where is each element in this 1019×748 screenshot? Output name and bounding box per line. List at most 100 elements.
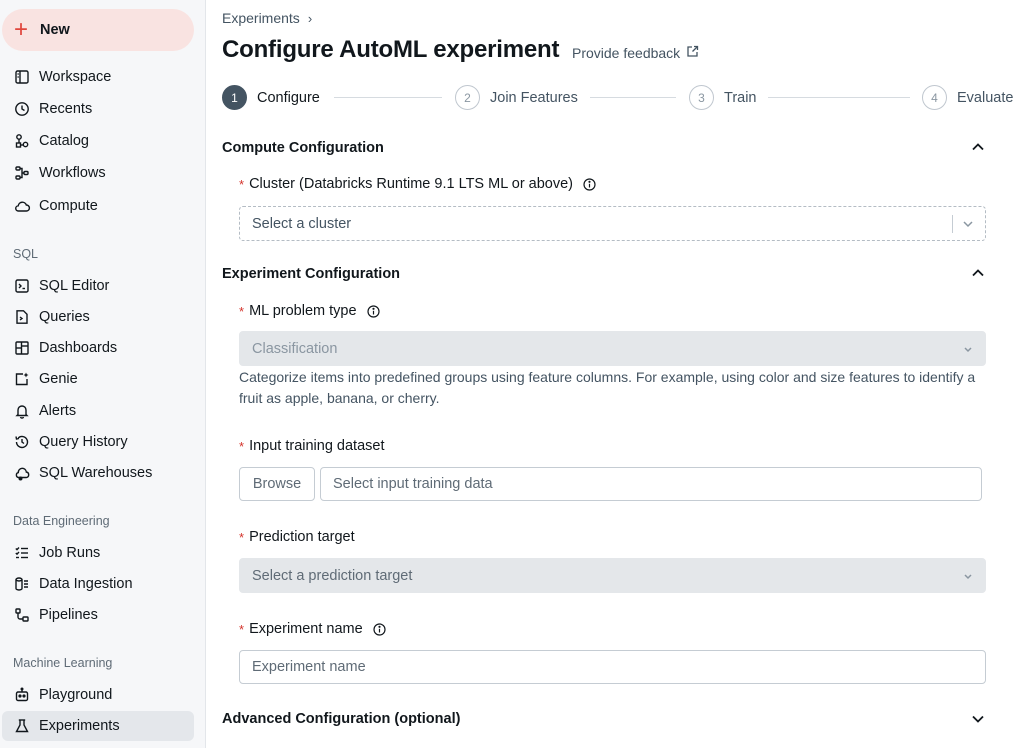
sidebar-item-sql-warehouses[interactable]: SQL Warehouses	[2, 458, 194, 488]
sidebar-item-label: Playground	[39, 687, 113, 703]
bell-icon	[13, 402, 31, 420]
provide-feedback-link[interactable]: Provide feedback	[572, 45, 699, 61]
section-label-data-engineering: Data Engineering	[13, 514, 110, 528]
chevron-down-icon	[961, 217, 975, 235]
chevron-right-icon: ›	[307, 10, 313, 26]
sidebar-item-catalog[interactable]: Catalog	[2, 126, 194, 156]
step-train[interactable]: 3 Train	[689, 85, 757, 110]
step-number: 1	[222, 85, 247, 110]
sidebar-item-workflows[interactable]: Workflows	[2, 158, 194, 188]
plus-icon: +	[14, 16, 29, 43]
experiment-name-label-text: Experiment name	[249, 621, 363, 637]
sidebar-item-query-history[interactable]: Query History	[2, 427, 194, 457]
sidebar-item-label: SQL Warehouses	[39, 465, 153, 481]
sql-editor-icon	[13, 277, 31, 295]
sidebar-item-label: Pipelines	[39, 607, 98, 623]
workflows-icon	[13, 164, 31, 182]
page-title: Configure AutoML experiment	[222, 36, 560, 63]
flask-icon	[13, 717, 31, 735]
sidebar-item-label: Job Runs	[39, 545, 101, 561]
sidebar-item-label: Genie	[39, 371, 78, 387]
chevron-up-icon[interactable]	[970, 265, 986, 281]
step-label: Evaluate	[957, 89, 1014, 106]
new-button[interactable]: + New	[2, 9, 194, 51]
section-label-sql: SQL	[13, 247, 39, 261]
sidebar-item-label: Catalog	[39, 133, 89, 149]
browse-button[interactable]: Browse	[239, 467, 315, 501]
breadcrumb: Experiments ›	[222, 10, 312, 26]
section-label-machine-learning: Machine Learning	[13, 656, 113, 670]
cluster-field-label: * Cluster (Databricks Runtime 9.1 LTS ML…	[239, 176, 596, 192]
external-link-icon	[686, 45, 699, 61]
info-icon[interactable]	[373, 622, 386, 636]
step-label: Configure	[257, 89, 320, 106]
sidebar-item-label: Queries	[39, 309, 90, 325]
step-join-features[interactable]: 2 Join Features	[455, 85, 578, 110]
new-button-label: New	[40, 22, 70, 38]
robot-icon	[13, 686, 31, 704]
sidebar-item-job-runs[interactable]: Job Runs	[2, 538, 194, 568]
sidebar-item-label: Experiments	[39, 718, 120, 734]
sidebar-item-label: Recents	[39, 101, 93, 117]
sidebar: + New Workspace Recents Catalog Workflow…	[0, 0, 206, 748]
target-placeholder: Select a prediction target	[252, 567, 413, 584]
info-icon[interactable]	[366, 304, 380, 318]
step-number: 2	[455, 85, 480, 110]
history-icon	[13, 433, 31, 451]
sidebar-item-label: Alerts	[39, 403, 77, 419]
step-label: Join Features	[490, 89, 578, 106]
sidebar-item-sql-editor[interactable]: SQL Editor	[2, 271, 194, 301]
experiment-name-input[interactable]	[239, 650, 986, 684]
queries-icon	[13, 308, 31, 326]
required-marker: *	[239, 621, 245, 637]
compute-configuration-header: Compute Configuration	[222, 140, 384, 156]
step-connector	[590, 97, 676, 98]
breadcrumb-link-experiments[interactable]: Experiments	[222, 10, 300, 26]
cluster-select-placeholder: Select a cluster	[252, 215, 352, 232]
sidebar-item-label: Data Ingestion	[39, 576, 133, 592]
info-icon[interactable]	[583, 177, 596, 191]
target-label-text: Prediction target	[249, 529, 355, 545]
sidebar-item-recents[interactable]: Recents	[2, 94, 194, 124]
ml-problem-type-select[interactable]: Classification	[239, 331, 986, 366]
sidebar-item-workspace[interactable]: Workspace	[2, 62, 194, 92]
problem-type-description: Categorize items into predefined groups …	[239, 369, 976, 406]
prediction-target-select[interactable]: Select a prediction target	[239, 558, 986, 593]
required-marker: *	[239, 529, 245, 545]
experiment-configuration-header: Experiment Configuration	[222, 266, 401, 282]
step-number: 4	[922, 85, 947, 110]
chevron-down-icon[interactable]	[970, 711, 986, 727]
workspace-icon	[13, 68, 31, 86]
step-evaluate[interactable]: 4 Evaluate	[922, 85, 1013, 110]
sidebar-item-compute[interactable]: Compute	[2, 191, 194, 221]
sidebar-item-label: Compute	[39, 198, 98, 214]
sidebar-item-dashboards[interactable]: Dashboards	[2, 333, 194, 363]
sidebar-item-label: Workflows	[39, 165, 106, 181]
cluster-select[interactable]: Select a cluster	[239, 206, 986, 241]
sidebar-item-label: Query History	[39, 434, 128, 450]
dataset-label-text: Input training dataset	[249, 438, 385, 454]
sidebar-item-data-ingestion[interactable]: Data Ingestion	[2, 569, 194, 599]
sidebar-item-experiments[interactable]: Experiments	[2, 711, 194, 741]
input-training-dataset-label: * Input training dataset	[239, 438, 385, 454]
sidebar-item-genie[interactable]: Genie	[2, 364, 194, 394]
catalog-icon	[13, 132, 31, 150]
problem-type-value: Classification	[252, 340, 338, 357]
chevron-down-icon	[961, 342, 975, 360]
sidebar-item-playground[interactable]: Playground	[2, 680, 194, 710]
advanced-configuration-header[interactable]: Advanced Configuration (optional)	[222, 711, 460, 727]
chevron-down-icon	[961, 569, 975, 587]
step-connector	[768, 97, 910, 98]
sidebar-item-alerts[interactable]: Alerts	[2, 396, 194, 426]
training-data-input[interactable]	[320, 467, 982, 501]
sidebar-item-queries[interactable]: Queries	[2, 302, 194, 332]
step-configure[interactable]: 1 Configure	[222, 85, 320, 110]
sidebar-item-pipelines[interactable]: Pipelines	[2, 600, 194, 630]
ingestion-icon	[13, 575, 31, 593]
sidebar-item-label: Dashboards	[39, 340, 118, 356]
cloud-icon	[13, 197, 31, 215]
cluster-label-text: Cluster (Databricks Runtime 9.1 LTS ML o…	[249, 176, 574, 192]
ml-problem-type-label: * ML problem type	[239, 303, 380, 319]
required-marker: *	[239, 438, 245, 454]
chevron-up-icon[interactable]	[970, 139, 986, 155]
